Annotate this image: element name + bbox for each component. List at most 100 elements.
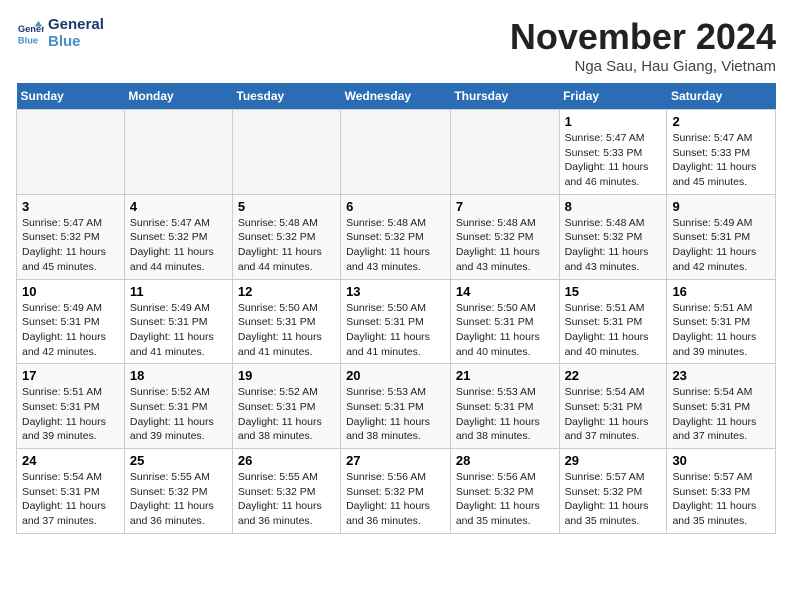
calendar-cell-4-5: 21 Sunrise: 5:53 AM Sunset: 5:31 PM Dayli… <box>450 364 559 449</box>
cell-info: Sunrise: 5:51 AM Sunset: 5:31 PM Dayligh… <box>565 301 662 360</box>
cell-info: Sunrise: 5:49 AM Sunset: 5:31 PM Dayligh… <box>130 301 227 360</box>
calendar-cell-4-2: 18 Sunrise: 5:52 AM Sunset: 5:31 PM Dayli… <box>124 364 232 449</box>
calendar-cell-1-4 <box>341 110 451 195</box>
cell-info: Sunrise: 5:54 AM Sunset: 5:31 PM Dayligh… <box>565 385 662 444</box>
cell-info: Sunrise: 5:48 AM Sunset: 5:32 PM Dayligh… <box>346 216 445 275</box>
calendar-cell-1-7: 2Sunrise: 5:47 AM Sunset: 5:33 PM Daylig… <box>667 110 776 195</box>
calendar-cell-3-2: 11Sunrise: 5:49 AM Sunset: 5:31 PM Dayli… <box>124 279 232 364</box>
cell-info: Sunrise: 5:50 AM Sunset: 5:31 PM Dayligh… <box>346 301 445 360</box>
calendar-cell-2-1: 3 Sunrise: 5:47 AM Sunset: 5:32 PM Daylig… <box>17 194 125 279</box>
calendar-cell-1-1 <box>17 110 125 195</box>
cell-info: Sunrise: 5:48 AM Sunset: 5:32 PM Dayligh… <box>238 216 335 275</box>
calendar-cell-5-6: 29 Sunrise: 5:57 AM Sunset: 5:32 PM Dayli… <box>559 449 667 534</box>
day-number: 19 <box>238 368 335 383</box>
calendar-cell-4-7: 23 Sunrise: 5:54 AM Sunset: 5:31 PM Dayli… <box>667 364 776 449</box>
cell-info: Sunrise: 5:57 AM Sunset: 5:33 PM Dayligh… <box>672 470 770 529</box>
day-number: 10 <box>22 284 119 299</box>
calendar-cell-3-5: 14 Sunrise: 5:50 AM Sunset: 5:31 PM Dayli… <box>450 279 559 364</box>
calendar-table: SundayMondayTuesdayWednesdayThursdayFrid… <box>16 83 776 534</box>
cell-info: Sunrise: 5:49 AM Sunset: 5:31 PM Dayligh… <box>672 216 770 275</box>
cell-info: Sunrise: 5:51 AM Sunset: 5:31 PM Dayligh… <box>22 385 119 444</box>
calendar-cell-3-3: 12 Sunrise: 5:50 AM Sunset: 5:31 PM Dayli… <box>232 279 340 364</box>
calendar-cell-3-6: 15 Sunrise: 5:51 AM Sunset: 5:31 PM Dayli… <box>559 279 667 364</box>
logo-icon: General Blue <box>16 19 44 47</box>
day-number: 6 <box>346 199 445 214</box>
calendar-cell-2-6: 8 Sunrise: 5:48 AM Sunset: 5:32 PM Daylig… <box>559 194 667 279</box>
day-number: 4 <box>130 199 227 214</box>
day-number: 30 <box>672 453 770 468</box>
cell-info: Sunrise: 5:53 AM Sunset: 5:31 PM Dayligh… <box>346 385 445 444</box>
day-number: 3 <box>22 199 119 214</box>
calendar-cell-2-5: 7 Sunrise: 5:48 AM Sunset: 5:32 PM Daylig… <box>450 194 559 279</box>
day-number: 15 <box>565 284 662 299</box>
day-number: 1 <box>565 114 662 129</box>
day-number: 29 <box>565 453 662 468</box>
cell-info: Sunrise: 5:57 AM Sunset: 5:32 PM Dayligh… <box>565 470 662 529</box>
logo-blue: Blue <box>48 33 104 50</box>
cell-info: Sunrise: 5:53 AM Sunset: 5:31 PM Dayligh… <box>456 385 554 444</box>
calendar-cell-1-5 <box>450 110 559 195</box>
cell-info: Sunrise: 5:54 AM Sunset: 5:31 PM Dayligh… <box>22 470 119 529</box>
weekday-friday: Friday <box>559 83 667 110</box>
cell-info: Sunrise: 5:47 AM Sunset: 5:32 PM Dayligh… <box>130 216 227 275</box>
day-number: 2 <box>672 114 770 129</box>
page-header: General Blue General Blue November 2024 … <box>16 16 776 75</box>
cell-info: Sunrise: 5:50 AM Sunset: 5:31 PM Dayligh… <box>238 301 335 360</box>
calendar-cell-1-3 <box>232 110 340 195</box>
calendar-cell-4-4: 20 Sunrise: 5:53 AM Sunset: 5:31 PM Dayli… <box>341 364 451 449</box>
calendar-cell-2-2: 4 Sunrise: 5:47 AM Sunset: 5:32 PM Daylig… <box>124 194 232 279</box>
calendar-cell-1-6: 1Sunrise: 5:47 AM Sunset: 5:33 PM Daylig… <box>559 110 667 195</box>
day-number: 20 <box>346 368 445 383</box>
day-number: 8 <box>565 199 662 214</box>
week-row-3: 10 Sunrise: 5:49 AM Sunset: 5:31 PM Dayli… <box>17 279 776 364</box>
day-number: 13 <box>346 284 445 299</box>
cell-info: Sunrise: 5:55 AM Sunset: 5:32 PM Dayligh… <box>238 470 335 529</box>
calendar-cell-4-1: 17 Sunrise: 5:51 AM Sunset: 5:31 PM Dayli… <box>17 364 125 449</box>
week-row-2: 3 Sunrise: 5:47 AM Sunset: 5:32 PM Daylig… <box>17 194 776 279</box>
day-number: 14 <box>456 284 554 299</box>
cell-info: Sunrise: 5:47 AM Sunset: 5:32 PM Dayligh… <box>22 216 119 275</box>
calendar-cell-5-3: 26Sunrise: 5:55 AM Sunset: 5:32 PM Dayli… <box>232 449 340 534</box>
cell-info: Sunrise: 5:54 AM Sunset: 5:31 PM Dayligh… <box>672 385 770 444</box>
cell-info: Sunrise: 5:48 AM Sunset: 5:32 PM Dayligh… <box>565 216 662 275</box>
day-number: 27 <box>346 453 445 468</box>
calendar-cell-3-7: 16Sunrise: 5:51 AM Sunset: 5:31 PM Dayli… <box>667 279 776 364</box>
day-number: 23 <box>672 368 770 383</box>
cell-info: Sunrise: 5:56 AM Sunset: 5:32 PM Dayligh… <box>456 470 554 529</box>
cell-info: Sunrise: 5:48 AM Sunset: 5:32 PM Dayligh… <box>456 216 554 275</box>
logo: General Blue General Blue <box>16 16 104 50</box>
cell-info: Sunrise: 5:52 AM Sunset: 5:31 PM Dayligh… <box>130 385 227 444</box>
calendar-cell-3-4: 13 Sunrise: 5:50 AM Sunset: 5:31 PM Dayli… <box>341 279 451 364</box>
calendar-cell-3-1: 10Sunrise: 5:49 AM Sunset: 5:31 PM Dayli… <box>17 279 125 364</box>
day-number: 7 <box>456 199 554 214</box>
weekday-sunday: Sunday <box>17 83 125 110</box>
calendar-cell-5-1: 24 Sunrise: 5:54 AM Sunset: 5:31 PM Dayli… <box>17 449 125 534</box>
day-number: 22 <box>565 368 662 383</box>
calendar-cell-2-3: 5 Sunrise: 5:48 AM Sunset: 5:32 PM Daylig… <box>232 194 340 279</box>
weekday-saturday: Saturday <box>667 83 776 110</box>
day-number: 12 <box>238 284 335 299</box>
week-row-4: 17 Sunrise: 5:51 AM Sunset: 5:31 PM Dayli… <box>17 364 776 449</box>
day-number: 17 <box>22 368 119 383</box>
day-number: 9 <box>672 199 770 214</box>
cell-info: Sunrise: 5:50 AM Sunset: 5:31 PM Dayligh… <box>456 301 554 360</box>
calendar-cell-4-3: 19Sunrise: 5:52 AM Sunset: 5:31 PM Dayli… <box>232 364 340 449</box>
weekday-monday: Monday <box>124 83 232 110</box>
day-number: 21 <box>456 368 554 383</box>
weekday-wednesday: Wednesday <box>341 83 451 110</box>
weekday-tuesday: Tuesday <box>232 83 340 110</box>
day-number: 24 <box>22 453 119 468</box>
week-row-1: 1Sunrise: 5:47 AM Sunset: 5:33 PM Daylig… <box>17 110 776 195</box>
calendar-cell-5-2: 25Sunrise: 5:55 AM Sunset: 5:32 PM Dayli… <box>124 449 232 534</box>
calendar-cell-5-7: 30 Sunrise: 5:57 AM Sunset: 5:33 PM Dayli… <box>667 449 776 534</box>
cell-info: Sunrise: 5:56 AM Sunset: 5:32 PM Dayligh… <box>346 470 445 529</box>
day-number: 5 <box>238 199 335 214</box>
svg-text:Blue: Blue <box>18 35 38 45</box>
day-number: 28 <box>456 453 554 468</box>
cell-info: Sunrise: 5:51 AM Sunset: 5:31 PM Dayligh… <box>672 301 770 360</box>
calendar-cell-5-4: 27 Sunrise: 5:56 AM Sunset: 5:32 PM Dayli… <box>341 449 451 534</box>
calendar-cell-2-7: 9 Sunrise: 5:49 AM Sunset: 5:31 PM Daylig… <box>667 194 776 279</box>
day-number: 18 <box>130 368 227 383</box>
cell-info: Sunrise: 5:55 AM Sunset: 5:32 PM Dayligh… <box>130 470 227 529</box>
calendar-cell-1-2 <box>124 110 232 195</box>
